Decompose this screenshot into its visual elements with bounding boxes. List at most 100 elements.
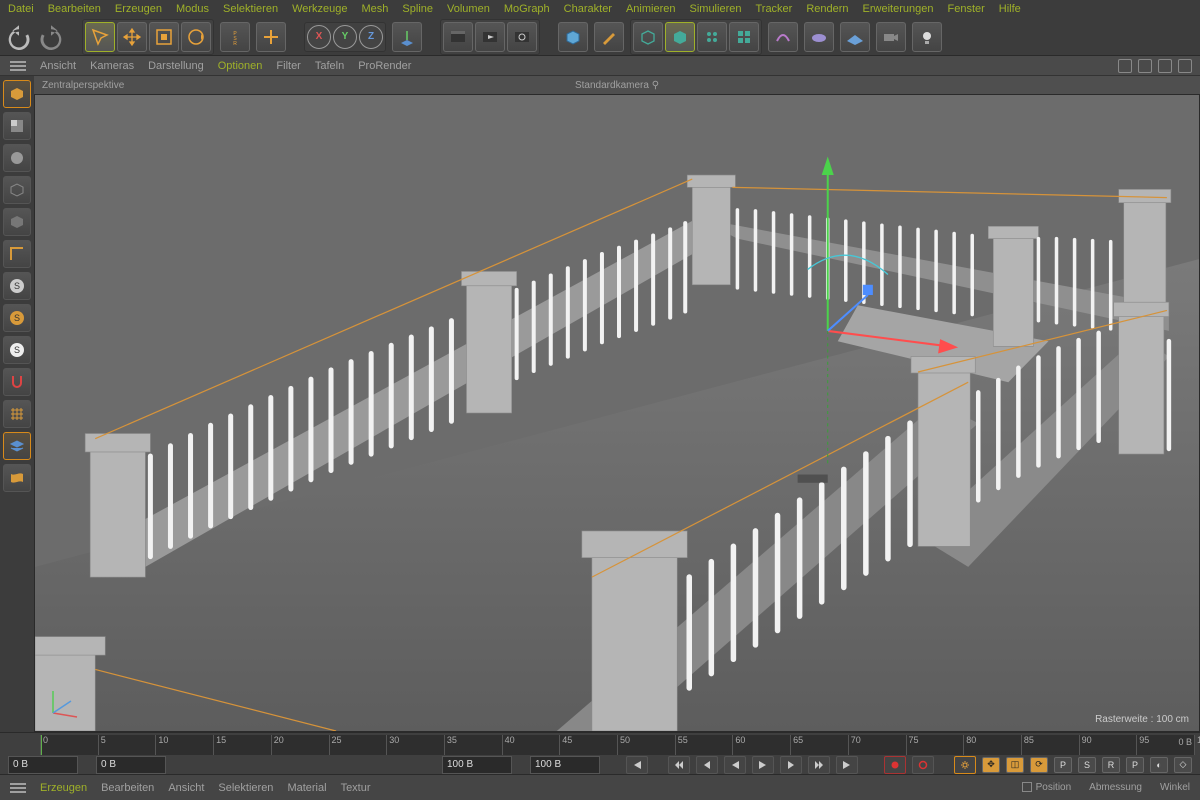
model-mode-icon[interactable] — [3, 112, 31, 140]
menu-simulieren[interactable]: Simulieren — [690, 3, 742, 15]
vmenu-ansicht[interactable]: Ansicht — [40, 60, 76, 72]
vmenu-filter[interactable]: Filter — [276, 60, 300, 72]
viewport-camera-label[interactable]: Standardkamera ⚲ — [575, 80, 659, 91]
floor-button[interactable] — [840, 22, 870, 52]
spline-pen-button[interactable] — [594, 22, 624, 52]
viewport-3d[interactable]: Rasterweite : 100 cm — [34, 94, 1200, 732]
attr-bearbeiten[interactable]: Bearbeiten — [101, 782, 154, 794]
redo-button[interactable] — [38, 24, 64, 50]
autokey-button[interactable] — [912, 756, 934, 774]
deformer-button[interactable] — [665, 22, 695, 52]
layer-icon[interactable] — [3, 432, 31, 460]
vmenu-tafeln[interactable]: Tafeln — [315, 60, 344, 72]
maximize-icon[interactable] — [1178, 59, 1192, 73]
mograph-button[interactable] — [697, 22, 727, 52]
goto-start-button[interactable] — [626, 756, 648, 774]
attr-ansicht[interactable]: Ansicht — [168, 782, 204, 794]
project-end-field[interactable] — [530, 756, 600, 774]
render-settings-button[interactable] — [507, 22, 537, 52]
move-button[interactable] — [117, 22, 147, 52]
axis-z-toggle[interactable]: Z — [359, 25, 383, 49]
orbit-icon[interactable] — [1158, 59, 1172, 73]
vmenu-darstellung[interactable]: Darstellung — [148, 60, 204, 72]
camera-button[interactable] — [876, 22, 906, 52]
cursor-frame-field[interactable] — [96, 756, 166, 774]
attr-material[interactable]: Material — [287, 782, 326, 794]
range-end-field[interactable] — [442, 756, 512, 774]
menu-bearbeiten[interactable]: Bearbeiten — [48, 3, 101, 15]
menu-selektieren[interactable]: Selektieren — [223, 3, 278, 15]
menu-tracker[interactable]: Tracker — [755, 3, 792, 15]
attr-erzeugen[interactable]: Erzeugen — [40, 782, 87, 794]
key-extra2[interactable]: ◇ — [1174, 757, 1192, 773]
vmenu-prorender[interactable]: ProRender — [358, 60, 411, 72]
rotate-button[interactable] — [181, 22, 211, 52]
make-editable-icon[interactable] — [3, 80, 31, 108]
goto-end-button[interactable] — [836, 756, 858, 774]
cube-primitive-button[interactable] — [558, 22, 588, 52]
prev-key-button[interactable] — [668, 756, 690, 774]
vmenu-optionen[interactable]: Optionen — [218, 60, 263, 72]
texture-mode-icon[interactable] — [3, 144, 31, 172]
snap-icon[interactable] — [3, 368, 31, 396]
pan-icon[interactable] — [1118, 59, 1132, 73]
record-button[interactable] — [884, 756, 906, 774]
coord-system-button[interactable] — [392, 22, 422, 52]
menu-werkzeuge[interactable]: Werkzeuge — [292, 3, 347, 15]
play-back-button[interactable] — [724, 756, 746, 774]
vmenu-kameras[interactable]: Kameras — [90, 60, 134, 72]
attr-textur[interactable]: Textur — [341, 782, 371, 794]
key-settings-button[interactable] — [954, 756, 976, 774]
axis-x-toggle[interactable]: X — [307, 25, 331, 49]
key-mode-scale[interactable]: ◫ — [1006, 757, 1024, 773]
menu-fenster[interactable]: Fenster — [947, 3, 984, 15]
light-button[interactable] — [912, 22, 942, 52]
next-key-button[interactable] — [808, 756, 830, 774]
workplane-icon[interactable] — [3, 176, 31, 204]
key-mode-move[interactable]: ✥ — [982, 757, 1000, 773]
menu-charakter[interactable]: Charakter — [564, 3, 612, 15]
attrbar-hamburger-icon[interactable] — [10, 783, 26, 793]
s-soft-icon[interactable]: S — [3, 272, 31, 300]
range-start-field[interactable] — [8, 756, 78, 774]
key-r[interactable]: R — [1102, 757, 1120, 773]
grid-icon[interactable] — [3, 400, 31, 428]
menu-datei[interactable]: Datei — [8, 3, 34, 15]
psr-button[interactable]: PSR — [220, 22, 250, 52]
menu-animieren[interactable]: Animieren — [626, 3, 676, 15]
play-button[interactable] — [752, 756, 774, 774]
menu-erweiterungen[interactable]: Erweiterungen — [863, 3, 934, 15]
key-mode-rotate[interactable]: ⟳ — [1030, 757, 1048, 773]
zoom-icon[interactable] — [1138, 59, 1152, 73]
crosshair-button[interactable] — [256, 22, 286, 52]
field-button[interactable] — [768, 22, 798, 52]
undo-button[interactable] — [6, 24, 32, 50]
s-soft2-icon[interactable]: S — [3, 304, 31, 332]
menu-mograph[interactable]: MoGraph — [504, 3, 550, 15]
key-p2[interactable]: P — [1126, 757, 1144, 773]
menu-rendern[interactable]: Rendern — [806, 3, 848, 15]
attr-selektieren[interactable]: Selektieren — [218, 782, 273, 794]
hamburger-icon[interactable] — [10, 61, 26, 71]
generator-button[interactable] — [633, 22, 663, 52]
volume-button[interactable] — [804, 22, 834, 52]
key-p1[interactable]: P — [1054, 757, 1072, 773]
axis-mode-icon[interactable] — [3, 240, 31, 268]
render-region-button[interactable] — [475, 22, 505, 52]
menu-spline[interactable]: Spline — [402, 3, 433, 15]
scale-button[interactable] — [149, 22, 179, 52]
timeline-ruler[interactable]: 0 B 051015202530354045505560657075808590… — [40, 735, 1194, 755]
object-mode-icon[interactable] — [3, 208, 31, 236]
menu-modus[interactable]: Modus — [176, 3, 209, 15]
render-view-button[interactable] — [443, 22, 473, 52]
menu-hilfe[interactable]: Hilfe — [999, 3, 1021, 15]
menu-erzeugen[interactable]: Erzeugen — [115, 3, 162, 15]
prev-frame-button[interactable] — [696, 756, 718, 774]
menu-volumen[interactable]: Volumen — [447, 3, 490, 15]
key-extra1[interactable]: ◐ — [1150, 757, 1168, 773]
live-select-button[interactable] — [85, 22, 115, 52]
instance-button[interactable] — [729, 22, 759, 52]
cloth-icon[interactable] — [3, 464, 31, 492]
key-s[interactable]: S — [1078, 757, 1096, 773]
menu-mesh[interactable]: Mesh — [362, 3, 389, 15]
